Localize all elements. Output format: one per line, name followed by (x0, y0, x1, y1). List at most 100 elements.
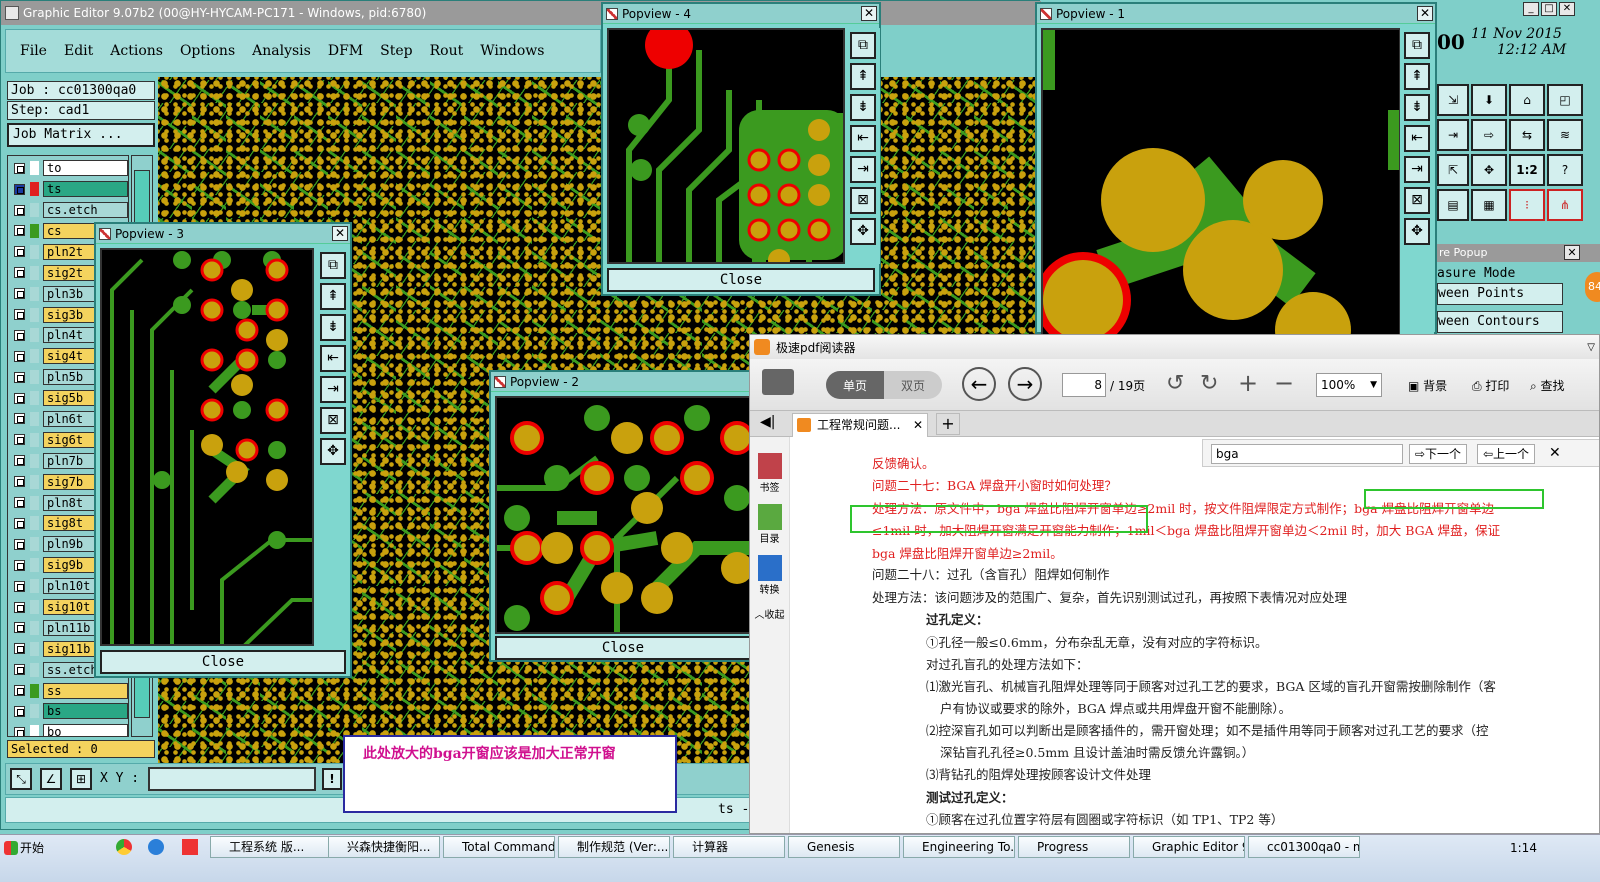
zoom-out-icon[interactable]: ✥ (850, 218, 876, 245)
forward-icon[interactable]: → (1008, 367, 1042, 401)
search-button[interactable]: ⌕ 查找 (1530, 377, 1565, 394)
swap-icon[interactable]: ⇆ (1509, 119, 1545, 151)
zoom-out-icon[interactable]: − (1274, 369, 1294, 397)
layer-checkbox[interactable] (14, 183, 25, 195)
pdf-menu-icon[interactable]: ▽ (1587, 342, 1595, 353)
pan-up-icon[interactable]: ⇞ (1404, 63, 1430, 90)
compass-icon[interactable]: ✥ (1471, 154, 1507, 186)
layer-row[interactable]: bs (8, 701, 128, 722)
start-button[interactable]: 开始 (2, 837, 50, 859)
layer-name[interactable]: cs.etch (43, 202, 128, 219)
popview-1-titlebar[interactable]: Popview - 1 ✕ (1037, 4, 1435, 24)
help-icon[interactable]: ? (1547, 154, 1583, 186)
double-page-button[interactable]: 双页 (884, 371, 942, 399)
ie-icon[interactable] (148, 839, 164, 855)
pan-down-icon[interactable]: ⇟ (320, 314, 346, 341)
popview-1-close-icon[interactable]: ✕ (1417, 6, 1433, 21)
bookmark-button[interactable]: 书签 (750, 453, 789, 494)
layer-checkbox[interactable] (14, 225, 25, 237)
taskbar-item[interactable]: 兴森快捷衡阳... (328, 836, 440, 858)
new-tab-icon[interactable]: + (936, 413, 960, 435)
page-number-input[interactable]: 8 (1062, 373, 1106, 397)
print-button[interactable]: ⎙ 打印 (1472, 377, 1509, 394)
popview-4-canvas[interactable] (607, 28, 845, 264)
pan-up-icon[interactable]: ⇞ (850, 63, 876, 90)
layer-row[interactable]: cs.etch (8, 200, 128, 221)
between-points-item[interactable]: ween Points (1437, 283, 1563, 305)
layer-checkbox[interactable] (14, 350, 25, 362)
convert-button[interactable]: 转换 (750, 555, 789, 596)
layer-checkbox[interactable] (14, 538, 25, 550)
layer-checkbox[interactable] (14, 455, 25, 467)
pan-right-icon[interactable]: ⇥ (1404, 156, 1430, 183)
taskbar-item[interactable]: 计算器 (673, 836, 785, 858)
layer-checkbox[interactable] (14, 392, 25, 404)
layer-checkbox[interactable] (14, 267, 25, 279)
app-launcher-icon[interactable] (182, 839, 198, 855)
layer-checkbox[interactable] (14, 371, 25, 383)
snap-icon[interactable]: ⤡ (10, 768, 32, 790)
popview-1-canvas[interactable] (1041, 28, 1401, 336)
zoom-in-icon[interactable]: ⊠ (320, 407, 346, 434)
pan-right-icon[interactable]: ⇥ (320, 376, 346, 403)
search-input[interactable]: bga (1211, 444, 1403, 464)
pan-up-icon[interactable]: ⇞ (320, 283, 346, 310)
menu-rout[interactable]: Rout (430, 43, 464, 59)
layer-name[interactable]: ts (43, 181, 128, 198)
popview-3-close-button[interactable]: Close (100, 650, 346, 674)
layer-checkbox[interactable] (14, 246, 25, 258)
zoom-in-icon[interactable]: + (1238, 369, 1258, 397)
corner-icon[interactable]: ◰ (1547, 84, 1583, 116)
taskbar-item[interactable]: Progress (1018, 836, 1130, 858)
layer-checkbox[interactable] (14, 288, 25, 300)
layer-checkbox[interactable] (14, 413, 25, 425)
traffic-light-icon[interactable]: ⁝ (1509, 189, 1545, 221)
layer-checkbox[interactable] (14, 643, 25, 655)
tab-close-icon[interactable]: ✕ (913, 414, 923, 436)
measure-popup-close-icon[interactable]: ✕ (1564, 245, 1580, 260)
maximize-icon[interactable]: □ (1541, 2, 1557, 16)
move-icon[interactable]: ⇥ (1437, 119, 1469, 151)
pan-left-icon[interactable]: ⇤ (320, 345, 346, 372)
layer-checkbox[interactable] (14, 329, 25, 341)
layer-checkbox[interactable] (14, 685, 25, 697)
taskbar-item[interactable]: Engineering To... (903, 836, 1015, 858)
layer-checkbox[interactable] (14, 162, 25, 174)
zoom-fit-icon[interactable]: ⧉ (850, 32, 876, 59)
layer-checkbox[interactable] (14, 497, 25, 509)
layer-name[interactable]: ss (43, 682, 128, 699)
zoom-fit-icon[interactable]: ⧉ (320, 252, 346, 279)
layer-name[interactable]: to (43, 160, 128, 177)
pan-down-icon[interactable]: ⇟ (1404, 94, 1430, 121)
popview-4-close-button[interactable]: Close (607, 268, 875, 292)
collapse-button[interactable]: ︿收起 (750, 606, 789, 621)
menu-dfm[interactable]: DFM (328, 43, 363, 59)
zoom-in-icon[interactable]: ⊠ (850, 187, 876, 214)
layer-row[interactable]: bo (8, 722, 128, 736)
layer-row[interactable]: ss (8, 680, 128, 701)
pan-left-icon[interactable]: ⇤ (1404, 125, 1430, 152)
pan-right-icon[interactable]: ⇥ (850, 156, 876, 183)
popview-3-titlebar[interactable]: Popview - 3 ✕ (96, 224, 350, 244)
lines-icon[interactable]: ≋ (1547, 119, 1583, 151)
background-button[interactable]: ▣ 背景 (1408, 377, 1447, 394)
menu-actions[interactable]: Actions (110, 43, 163, 59)
popview-2-close-button[interactable]: Close (495, 636, 751, 660)
back-icon[interactable]: ← (962, 367, 996, 401)
layer-checkbox[interactable] (14, 664, 25, 676)
ratio-button[interactable]: 1:2 (1509, 154, 1545, 186)
layer-checkbox[interactable] (14, 726, 25, 736)
prev-button[interactable]: ⇦上一个 (1477, 444, 1535, 464)
taskbar-item[interactable]: Total Command... (443, 836, 555, 858)
xy-input[interactable] (148, 767, 316, 791)
layer-checkbox[interactable] (14, 517, 25, 529)
menu-edit[interactable]: Edit (64, 43, 93, 59)
chrome-icon[interactable] (116, 839, 132, 855)
popview-3-close-icon[interactable]: ✕ (332, 226, 348, 241)
popview-3-canvas[interactable] (100, 248, 314, 646)
popview-2-titlebar[interactable]: Popview - 2 (491, 372, 749, 392)
pan-left-icon[interactable]: ⇤ (850, 125, 876, 152)
zoom-out-icon[interactable]: ✥ (1404, 218, 1430, 245)
layer-checkbox[interactable] (14, 559, 25, 571)
layer-checkbox[interactable] (14, 204, 25, 216)
